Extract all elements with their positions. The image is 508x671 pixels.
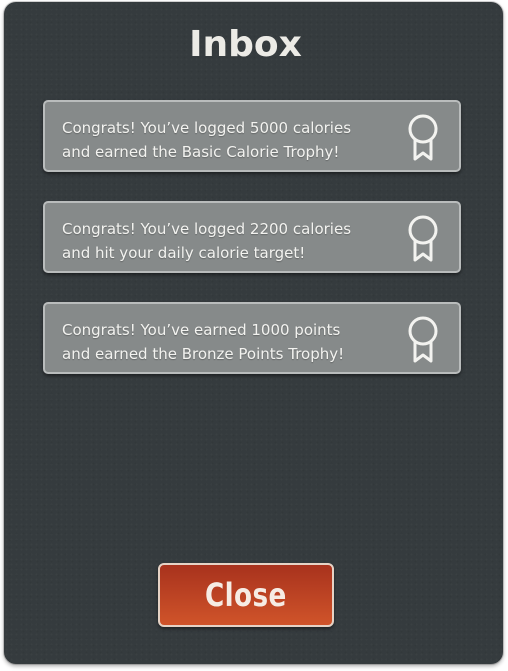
inbox-message[interactable]: Congrats! You’ve logged 2200 calories an…: [43, 201, 461, 273]
award-ribbon-icon: [408, 114, 438, 161]
inbox-dialog: Inbox Congrats! You’ve logged 5000 calor…: [4, 2, 503, 664]
message-text: Congrats! You’ve logged 5000 calories an…: [62, 119, 352, 161]
message-text: Congrats! You’ve earned 1000 points and …: [62, 321, 345, 363]
close-button[interactable]: Close: [158, 563, 334, 627]
inbox-message[interactable]: Congrats! You’ve logged 5000 calories an…: [43, 100, 461, 172]
award-ribbon-icon: [408, 215, 438, 262]
message-text: Congrats! You’ve logged 2200 calories an…: [62, 220, 352, 262]
close-button-label: Close: [205, 576, 287, 614]
award-ribbon-icon: [408, 316, 438, 363]
dialog-title: Inbox: [189, 24, 302, 65]
inbox-message[interactable]: Congrats! You’ve earned 1000 points and …: [43, 302, 461, 374]
